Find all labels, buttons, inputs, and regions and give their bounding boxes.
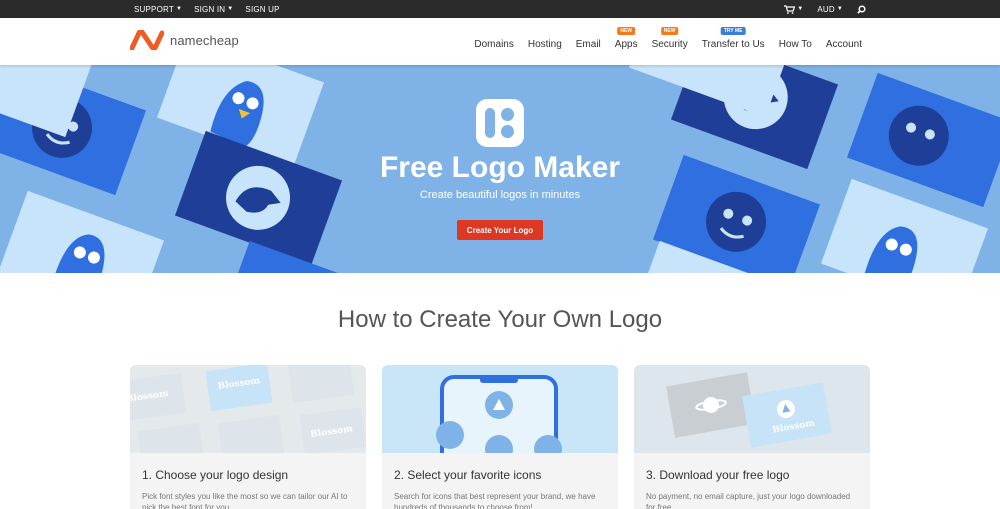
sample-tile: [287, 365, 355, 404]
step-illustration: [382, 365, 618, 453]
step-illustration: Blossom Blossom Blossom: [130, 365, 366, 453]
nav-hosting[interactable]: Hosting: [528, 33, 562, 50]
top-utility-bar: SUPPORT ▼ SIGN IN ▼ SIGN UP ▼ AUD ▼: [0, 0, 1000, 18]
triangle-logo-icon: [776, 400, 795, 419]
nav-label: Transfer to Us: [701, 39, 765, 50]
currency-label: AUD: [817, 4, 835, 14]
step-card-design: Blossom Blossom Blossom 1. Choose your l…: [130, 365, 366, 509]
cart-menu[interactable]: ▼: [784, 4, 804, 14]
sample-word: Blossom: [309, 424, 354, 441]
chevron-down-icon: ▼: [797, 6, 804, 12]
sample-tile: [666, 372, 756, 438]
nav-account[interactable]: Account: [826, 33, 862, 50]
create-logo-button[interactable]: Create Your Logo: [457, 220, 543, 240]
sample-tile: [137, 422, 205, 453]
hero-banner: Free Logo Maker Create beautiful logos i…: [0, 65, 1000, 273]
nav-email[interactable]: Email: [576, 33, 601, 50]
nav-label: Hosting: [527, 39, 562, 50]
chevron-down-icon: ▼: [227, 6, 234, 12]
step-card-download: Blossom 3. Download your free logo No pa…: [634, 365, 870, 509]
sample-tile: Blossom: [130, 372, 187, 422]
cart-icon: [784, 4, 796, 14]
sample-word: Blossom: [130, 388, 170, 405]
nav-how-to[interactable]: How To: [779, 33, 812, 50]
sample-tile: [217, 414, 285, 453]
currency-menu[interactable]: AUD ▼: [817, 5, 843, 14]
nav-label: Apps: [614, 39, 638, 50]
main-nav: Domains Hosting Email NEW Apps NEW Securit…: [460, 18, 862, 65]
namecheap-n-icon: [130, 30, 164, 50]
section-title: How to Create Your Own Logo: [337, 306, 663, 333]
brand-wordmark: namecheap: [170, 32, 239, 48]
main-header: namecheap Domains Hosting Email NEW Apps …: [0, 18, 1000, 65]
step-illustration: Blossom: [634, 365, 870, 453]
step-title: 1. Choose your logo design: [142, 468, 289, 482]
support-label: SUPPORT: [134, 4, 174, 14]
sample-tile: Blossom: [205, 365, 273, 412]
sample-word: Blossom: [217, 376, 261, 392]
search-button[interactable]: [857, 4, 866, 14]
step-description: Search for icons that best represent you…: [394, 492, 596, 509]
step-description: Pick font styles you like the most so we…: [142, 492, 348, 509]
nav-label: Email: [575, 39, 601, 50]
nav-label: Security: [651, 39, 688, 50]
logo-maker-app-icon: [476, 99, 524, 147]
nav-apps[interactable]: NEW Apps: [614, 27, 638, 50]
nav-label: Domains: [474, 39, 514, 50]
namecheap-logo[interactable]: namecheap: [130, 30, 239, 50]
new-badge: NEW: [660, 27, 679, 35]
new-badge: NEW: [617, 27, 636, 35]
nav-security[interactable]: NEW Security: [651, 27, 688, 50]
chevron-down-icon: ▼: [175, 6, 183, 12]
try-me-badge: TRY ME: [720, 27, 746, 35]
hero-title: Free Logo Maker: [379, 151, 621, 184]
support-menu[interactable]: SUPPORT ▼: [134, 5, 182, 14]
search-icon: [857, 4, 866, 14]
hero-subtitle: Create beautiful logos in minutes: [419, 189, 581, 201]
nav-domains[interactable]: Domains: [474, 33, 513, 50]
chevron-down-icon: ▼: [836, 6, 843, 12]
hero-content: Free Logo Maker Create beautiful logos i…: [0, 65, 1000, 273]
step-description: No payment, no email capture, just your …: [646, 492, 851, 509]
step-card-icons: 2. Select your favorite icons Search for…: [382, 365, 618, 509]
sample-tile: Blossom: [742, 382, 832, 448]
sign-up-link[interactable]: SIGN UP: [245, 5, 279, 14]
planet-icon: [695, 397, 727, 413]
step-title: 2. Select your favorite icons: [394, 468, 542, 482]
nav-label: How To: [778, 39, 812, 50]
nav-transfer[interactable]: TRY ME Transfer to Us: [701, 27, 765, 50]
sign-in-label: SIGN IN: [194, 4, 226, 14]
sign-in-menu[interactable]: SIGN IN ▼: [194, 5, 233, 14]
nav-label: Account: [825, 39, 862, 50]
sample-tile: Blossom: [299, 406, 366, 453]
phone-illustration: [436, 375, 562, 453]
step-title: 3. Download your free logo: [646, 468, 790, 482]
